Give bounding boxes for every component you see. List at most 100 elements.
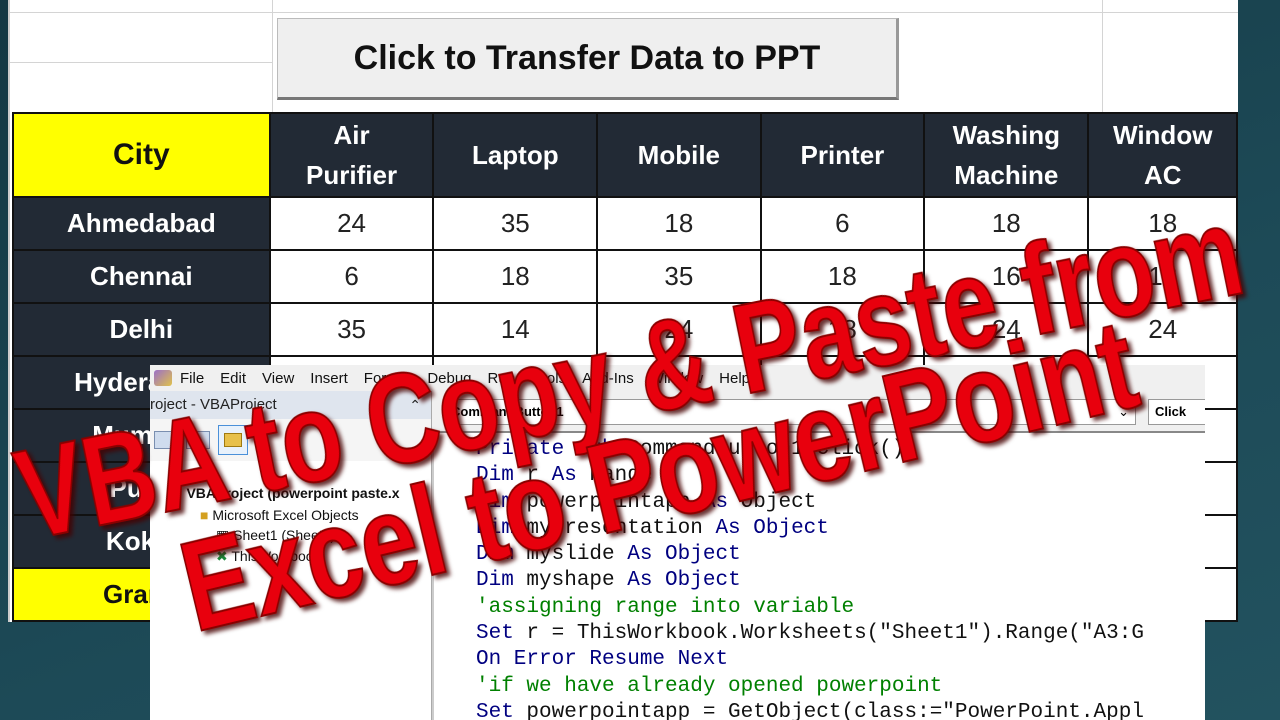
toggle-folders-icon[interactable] xyxy=(218,425,248,455)
sheet-icon: ▦ xyxy=(216,527,234,543)
tree-thisworkbook[interactable]: ✖ ThisWorkbook xyxy=(216,548,321,565)
code-token: As Object xyxy=(627,569,741,593)
city-cell[interactable]: Delhi xyxy=(12,302,271,357)
value-cell[interactable]: 6 xyxy=(759,196,926,251)
code-token: mypresentation xyxy=(526,516,716,540)
code-token: Object xyxy=(753,516,829,540)
value-cell[interactable]: 18 xyxy=(759,302,926,357)
tree-vbaproject[interactable]: ⚙ VBAProject (powerpoint paste.x xyxy=(170,485,400,502)
code-token: Dim xyxy=(476,490,527,514)
code-token: As xyxy=(702,490,741,514)
code-token: myslide xyxy=(526,543,628,567)
code-line: Dim myslide As Object xyxy=(476,542,1144,568)
table-row: Chennai 6 18 35 18 16 18 xyxy=(12,249,1238,304)
folder-icon: ■ xyxy=(200,507,213,523)
value-cell[interactable]: 18 xyxy=(1087,249,1238,304)
code-token: r = ThisWorkbook.Worksheets("Sheet1").Ra… xyxy=(526,622,1144,646)
value-cell[interactable]: 35 xyxy=(596,249,762,304)
header-row: City Air Purifier Laptop Mobile Printer Washin… xyxy=(12,112,1238,198)
project-icon: ⚙ xyxy=(170,485,187,501)
value-cell[interactable]: 18 xyxy=(432,249,599,304)
value-cell[interactable]: 35 xyxy=(432,196,599,251)
object-dropdown-value: CommandButton1 xyxy=(451,404,564,419)
code-token: Dim xyxy=(476,464,527,488)
vba-editor-window: File Edit View Insert Format Debug Run Tools Add… xyxy=(150,365,1205,720)
code-token: As Object xyxy=(627,543,741,567)
code-token: Set xyxy=(476,622,527,646)
scroll-up-icon[interactable]: ⌃ xyxy=(409,391,421,419)
header-text: Window xyxy=(1113,120,1213,150)
value-cell[interactable]: 24 xyxy=(923,302,1090,357)
menu-help[interactable]: Help xyxy=(719,370,750,387)
column-header: City xyxy=(12,112,271,198)
value-cell[interactable]: 16 xyxy=(923,249,1090,304)
header-text: Machine xyxy=(954,160,1059,190)
column-header: Printer xyxy=(759,112,926,198)
value-cell[interactable]: 6 xyxy=(268,249,435,304)
code-token: On Error Resume Next xyxy=(476,648,729,672)
value-cell[interactable]: 24 xyxy=(268,196,435,251)
code-token: Dim xyxy=(476,569,527,593)
code-line: Set r = ThisWorkbook.Worksheets("Sheet1"… xyxy=(476,621,1144,647)
code-line: On Error Resume Next xyxy=(476,647,1144,673)
menu-insert[interactable]: Insert xyxy=(310,370,348,387)
code-line: Dim myshape As Object xyxy=(476,568,1144,594)
procedure-dropdown-value: Click xyxy=(1155,404,1187,419)
menu-file[interactable]: File xyxy=(180,370,204,387)
value-cell[interactable]: 18 xyxy=(923,196,1090,251)
table-row: Ahmedabad 24 35 18 6 18 18 xyxy=(12,196,1238,251)
tree-sheet1[interactable]: ▦ Sheet1 (Sheet1) xyxy=(216,527,335,544)
header-text: Washing xyxy=(952,120,1060,150)
column-header: Window AC xyxy=(1087,112,1238,198)
menu-edit[interactable]: Edit xyxy=(220,370,246,387)
object-dropdown[interactable]: CommandButton1 ⌄ xyxy=(444,399,1136,425)
code-token: r xyxy=(526,464,552,488)
value-cell[interactable]: 18 xyxy=(1087,196,1238,251)
procedure-dropdown[interactable]: Click xyxy=(1148,399,1205,425)
header-text: Air xyxy=(333,120,370,150)
value-cell[interactable]: 24 xyxy=(1087,302,1238,357)
value-cell[interactable]: 24 xyxy=(596,302,762,357)
view-code-icon[interactable] xyxy=(154,431,178,449)
code-token: Private Sub xyxy=(476,438,628,461)
code-line: Dim powerpointapp As Object xyxy=(476,490,1144,516)
menu-add-ins[interactable]: Add-Ins xyxy=(582,370,634,387)
column-header: Air Purifier xyxy=(268,112,435,198)
header-text: Printer xyxy=(800,140,885,170)
tree-folder-label: Microsoft Excel Objects xyxy=(212,507,359,523)
tree-root-label: VBAProject (powerpoint paste.x xyxy=(186,485,400,501)
code-line: Set powerpointapp = GetObject(class:="Po… xyxy=(476,700,1144,720)
chevron-down-icon: ⌄ xyxy=(1118,404,1129,419)
menu-format[interactable]: Format xyxy=(364,370,412,387)
header-text: Laptop xyxy=(471,140,559,170)
menu-window[interactable]: Window xyxy=(650,370,703,387)
project-explorer: roject - VBAProject ⌃ ⚙ VBAProject (power… xyxy=(150,391,432,720)
code-line: Dim r As Range xyxy=(476,463,1144,489)
header-text: AC xyxy=(1143,160,1182,190)
column-header: Mobile xyxy=(596,112,762,198)
menu-run[interactable]: Run xyxy=(488,370,516,387)
code-token: myshape xyxy=(526,569,628,593)
menu-tools[interactable]: Tools xyxy=(531,370,566,387)
transfer-data-button[interactable]: Click to Transfer Data to PPT xyxy=(277,18,899,100)
code-line: 'assigning range into variable xyxy=(476,595,1144,621)
menu-debug[interactable]: Debug xyxy=(427,370,471,387)
code-token: 'if we have already opened powerpoint xyxy=(476,674,943,698)
code-editor[interactable]: Private Sub CommandButton1_Click() Dim r … xyxy=(432,431,1205,720)
city-cell[interactable]: Chennai xyxy=(12,249,271,304)
view-object-icon[interactable] xyxy=(186,431,210,449)
menu-view[interactable]: View xyxy=(262,370,294,387)
project-title-text: roject - VBAProject xyxy=(150,396,277,413)
tree-workbook-label: ThisWorkbook xyxy=(231,548,321,564)
code-token: Dim xyxy=(476,516,527,540)
value-cell[interactable]: 14 xyxy=(432,302,599,357)
value-cell[interactable]: 18 xyxy=(759,249,926,304)
city-cell[interactable]: Ahmedabad xyxy=(12,196,271,251)
code-line: Dim mypresentation As Object xyxy=(476,516,1144,542)
value-cell[interactable]: 18 xyxy=(596,196,762,251)
header-text: Mobile xyxy=(637,140,721,170)
tree-excel-objects[interactable]: ■ Microsoft Excel Objects xyxy=(200,507,359,523)
project-toolbar xyxy=(150,419,431,461)
value-cell[interactable]: 35 xyxy=(268,302,435,357)
column-header: Washing Machine xyxy=(923,112,1090,198)
